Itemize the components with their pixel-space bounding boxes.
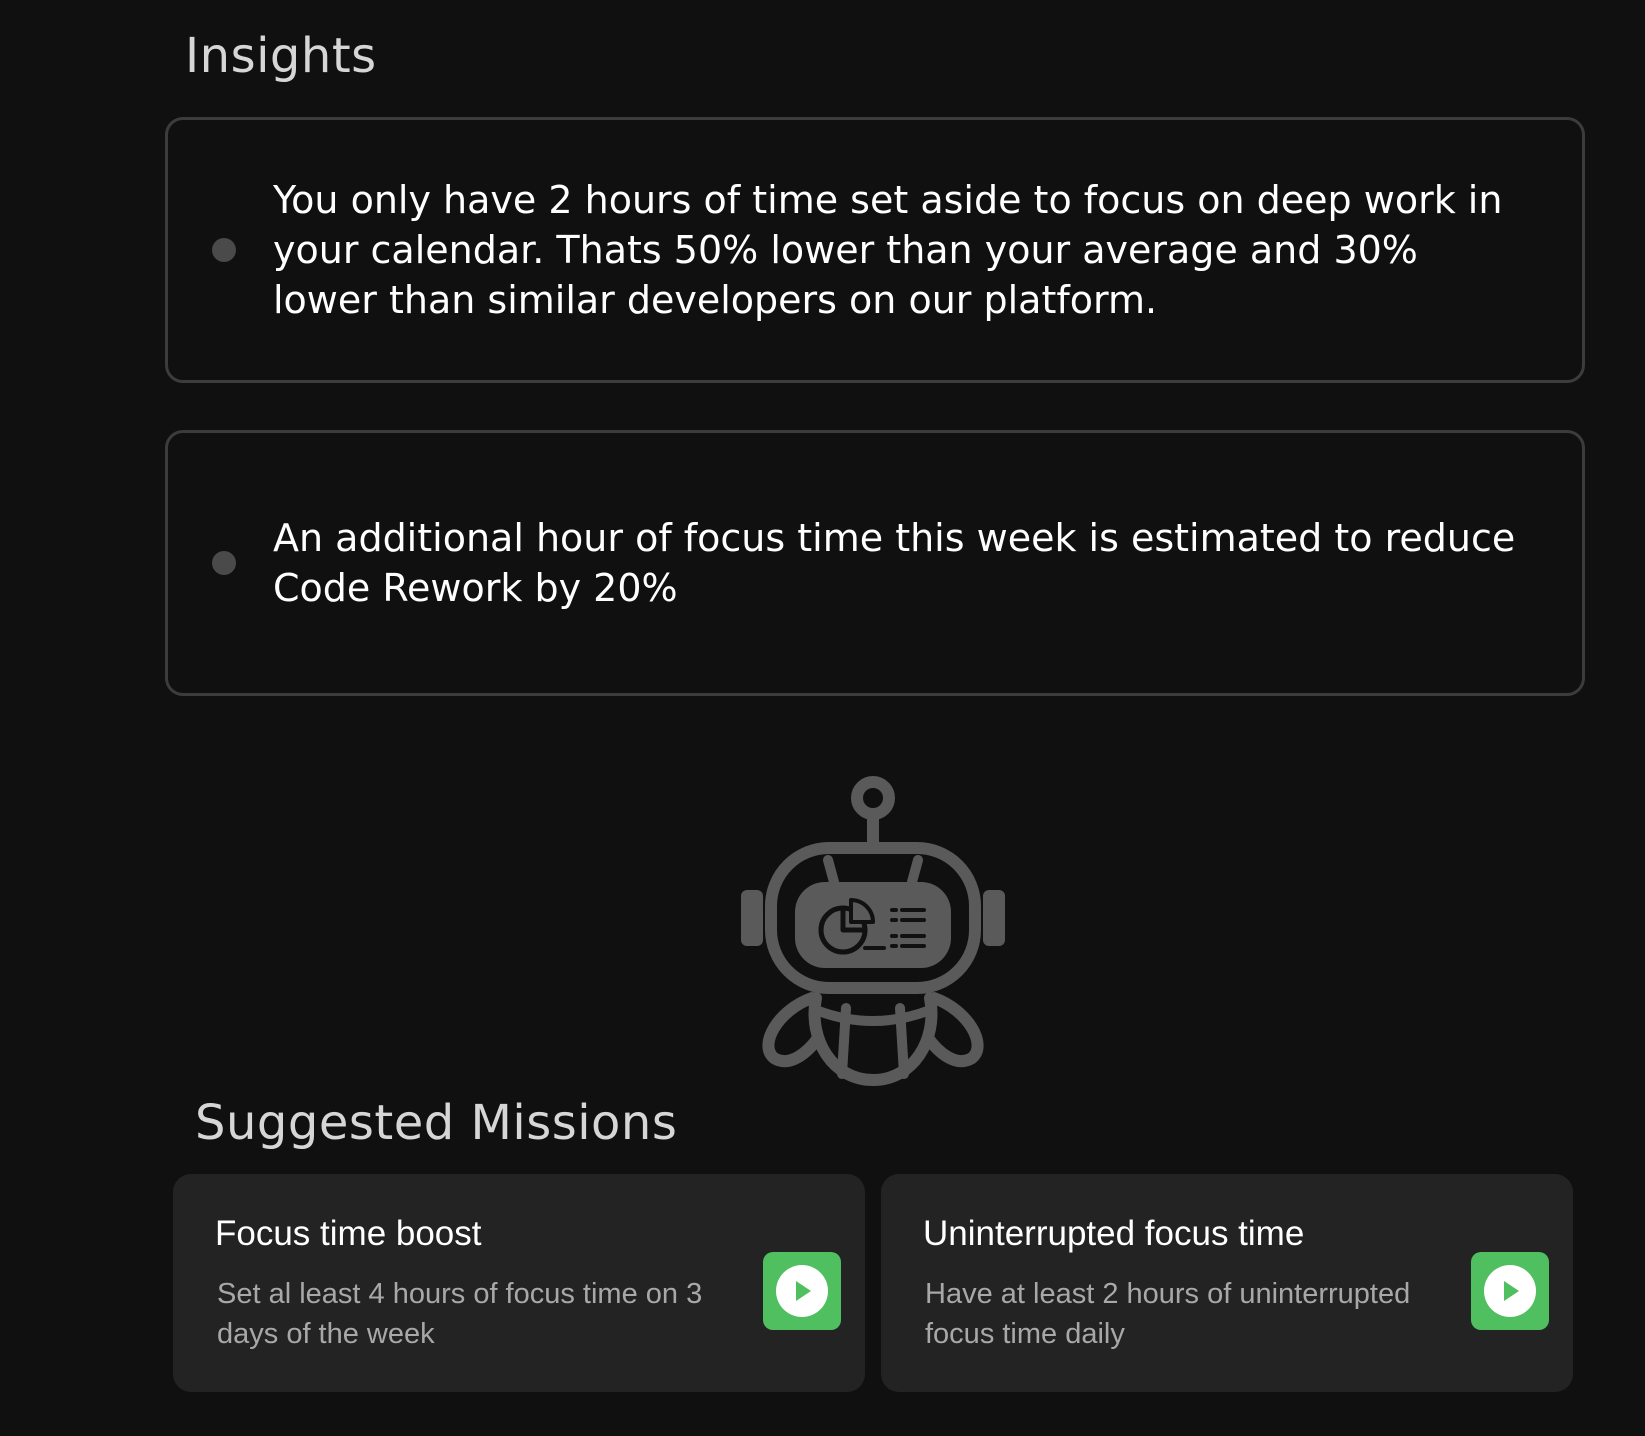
insight-card: An additional hour of focus time this we… bbox=[165, 430, 1585, 696]
play-icon bbox=[1484, 1265, 1536, 1317]
play-icon bbox=[776, 1265, 828, 1317]
bullet-dot-icon bbox=[212, 551, 236, 575]
suggested-missions-heading: Suggested Missions bbox=[195, 1095, 678, 1151]
mission-card-focus-time-boost: Focus time boost Set al least 4 hours of… bbox=[173, 1174, 865, 1392]
bullet-dot-icon bbox=[212, 238, 236, 262]
insight-text: You only have 2 hours of time set aside … bbox=[273, 178, 1503, 322]
insights-heading: Insights bbox=[185, 28, 377, 84]
mission-card-uninterrupted-focus-time: Uninterrupted focus time Have at least 2… bbox=[881, 1174, 1573, 1392]
insight-card: You only have 2 hours of time set aside … bbox=[165, 117, 1585, 383]
mission-title: Focus time boost bbox=[215, 1214, 482, 1253]
mission-description: Set al least 4 hours of focus time on 3 … bbox=[217, 1278, 703, 1350]
start-mission-button[interactable] bbox=[1471, 1252, 1549, 1330]
robot-analytics-icon bbox=[738, 770, 1008, 1090]
mission-description: Have at least 2 hours of uninterrupted f… bbox=[925, 1278, 1411, 1350]
start-mission-button[interactable] bbox=[763, 1252, 841, 1330]
insight-text: An additional hour of focus time this we… bbox=[273, 516, 1516, 610]
mission-title: Uninterrupted focus time bbox=[923, 1214, 1305, 1253]
